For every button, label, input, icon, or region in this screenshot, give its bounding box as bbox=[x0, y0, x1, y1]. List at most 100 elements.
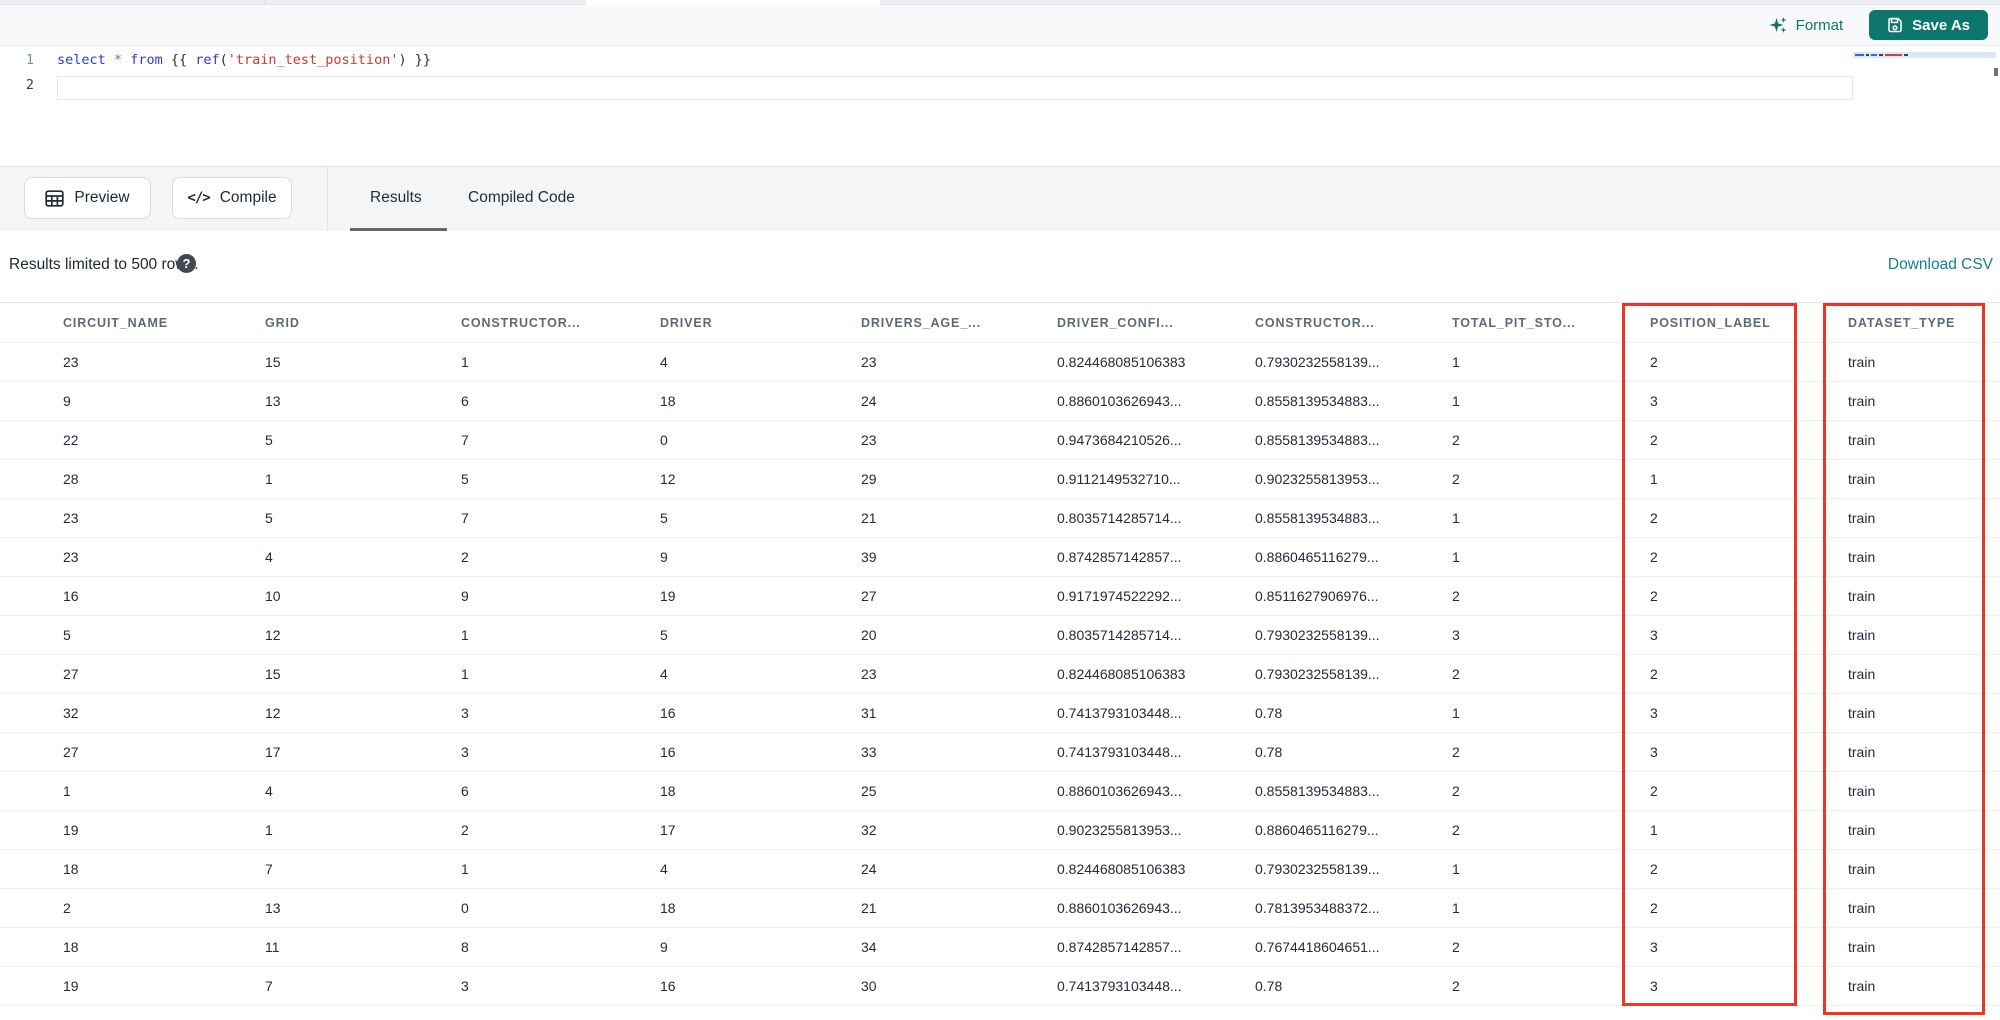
table-cell: 7 bbox=[265, 978, 273, 994]
table-cell: 1 bbox=[461, 666, 469, 682]
table-cell: 7 bbox=[265, 861, 273, 877]
table-cell: 5 bbox=[63, 627, 71, 643]
results-info-bar: Results limited to 500 rows. ? Download … bbox=[0, 231, 2000, 302]
table-cell: 23 bbox=[63, 549, 79, 565]
code-token-keyword: from bbox=[130, 52, 163, 68]
table-cell: 7 bbox=[461, 432, 469, 448]
table-cell: 1 bbox=[1452, 705, 1460, 721]
table-cell: 23 bbox=[63, 510, 79, 526]
line-number-1: 1 bbox=[25, 52, 34, 68]
tab-results[interactable]: Results bbox=[370, 167, 422, 229]
code-line-1[interactable]: select * from {{ ref('train_test_positio… bbox=[57, 52, 431, 68]
save-as-button[interactable]: Save As bbox=[1869, 10, 1988, 40]
format-button[interactable]: Format bbox=[1769, 16, 1843, 35]
table-cell: 1 bbox=[461, 627, 469, 643]
results-table: CIRCUIT_NAME GRID CONSTRUCTOR... DRIVER DRIV… bbox=[0, 302, 2000, 1006]
table-cell: 0.9023255813953... bbox=[1057, 822, 1182, 838]
table-cell: train bbox=[1848, 666, 1876, 682]
table-cell: 5 bbox=[660, 627, 668, 643]
table-cell: 1 bbox=[461, 861, 469, 877]
table-cell: 16 bbox=[660, 705, 676, 721]
help-icon[interactable]: ? bbox=[177, 254, 196, 273]
table-cell: 32 bbox=[861, 822, 877, 838]
code-token-plain: ( bbox=[219, 52, 228, 68]
toolbar-divider bbox=[327, 167, 328, 232]
table-cell: 2 bbox=[1452, 744, 1460, 760]
table-cell: 1 bbox=[1650, 471, 1658, 487]
table-cell: 4 bbox=[265, 549, 273, 565]
editor-minimap[interactable] bbox=[1853, 48, 1998, 160]
table-cell: 15 bbox=[265, 354, 281, 370]
table-cell: 21 bbox=[861, 510, 877, 526]
download-csv-link[interactable]: Download CSV bbox=[1888, 256, 1993, 274]
table-cell: 21 bbox=[861, 900, 877, 916]
row-limit-note: Results limited to 500 rows. bbox=[9, 256, 199, 273]
table-cell: 0.824468085106383 bbox=[1057, 666, 1186, 682]
table-row: 27 15 1 4 23 0.824468085106383 0.7930232558139… bbox=[0, 655, 2000, 694]
table-cell: 1 bbox=[63, 783, 71, 799]
table-body: 23 15 1 4 23 0.824468085106383 0.7930232558139… bbox=[0, 343, 2000, 1006]
table-cell: train bbox=[1848, 393, 1876, 409]
column-header: DATASET_TYPE bbox=[1848, 315, 1956, 330]
table-cell: 16 bbox=[63, 588, 79, 604]
table-cell: 0.8860103626943... bbox=[1057, 393, 1182, 409]
column-header: CONSTRUCTOR... bbox=[461, 315, 581, 330]
tab-compiled-code[interactable]: Compiled Code bbox=[468, 167, 575, 229]
table-cell: 15 bbox=[265, 666, 281, 682]
table-cell: 19 bbox=[63, 978, 79, 994]
table-cell: 2 bbox=[1452, 666, 1460, 682]
table-cell: 3 bbox=[461, 978, 469, 994]
table-cell: train bbox=[1848, 354, 1876, 370]
table-cell: 18 bbox=[63, 939, 79, 955]
table-cell: 20 bbox=[861, 627, 877, 643]
table-header-row: CIRCUIT_NAME GRID CONSTRUCTOR... DRIVER DRIV… bbox=[0, 302, 2000, 343]
table-cell: 10 bbox=[265, 588, 281, 604]
table-cell: train bbox=[1848, 627, 1876, 643]
table-cell: 0.8035714285714... bbox=[1057, 627, 1182, 643]
table-cell: 2 bbox=[1650, 783, 1658, 799]
current-line-highlight[interactable] bbox=[57, 76, 1853, 100]
table-cell: 17 bbox=[265, 744, 281, 760]
table-cell: 5 bbox=[265, 432, 273, 448]
table-cell: 9 bbox=[660, 549, 668, 565]
table-cell: 12 bbox=[265, 627, 281, 643]
code-token-plain: {{ bbox=[162, 52, 196, 68]
compile-button[interactable]: </> Compile bbox=[172, 177, 292, 219]
table-cell: 0.78 bbox=[1255, 705, 1283, 721]
table-cell: 4 bbox=[660, 666, 668, 682]
table-cell: train bbox=[1848, 588, 1876, 604]
table-cell: 0.8860103626943... bbox=[1057, 783, 1182, 799]
compile-label: Compile bbox=[219, 189, 277, 206]
table-cell: 2 bbox=[461, 549, 469, 565]
table-cell: 13 bbox=[265, 393, 281, 409]
table-cell: 30 bbox=[861, 978, 877, 994]
column-header: GRID bbox=[265, 315, 300, 330]
table-cell: 0.7413793103448... bbox=[1057, 978, 1182, 994]
table-cell: 32 bbox=[63, 705, 79, 721]
table-cell: 1 bbox=[265, 822, 273, 838]
preview-button[interactable]: Preview bbox=[24, 177, 151, 219]
table-row: 5 12 1 5 20 0.8035714285714... 0.7930232558139… bbox=[0, 616, 2000, 655]
sparkles-icon bbox=[1769, 16, 1788, 35]
table-cell: 4 bbox=[265, 783, 273, 799]
table-cell: 19 bbox=[63, 822, 79, 838]
table-cell: 0.8035714285714... bbox=[1057, 510, 1182, 526]
table-cell: 24 bbox=[861, 393, 877, 409]
column-header: CIRCUIT_NAME bbox=[63, 315, 168, 330]
table-cell: 33 bbox=[861, 744, 877, 760]
table-cell: 5 bbox=[660, 510, 668, 526]
table-cell: train bbox=[1848, 432, 1876, 448]
table-cell: 0.8742857142857... bbox=[1057, 939, 1182, 955]
table-cell: 0.9473684210526... bbox=[1057, 432, 1182, 448]
table-cell: 1 bbox=[1452, 510, 1460, 526]
table-cell: 27 bbox=[63, 666, 79, 682]
dbt-ide-screen: Format Save As 1 2 select * from {{ ref(… bbox=[0, 0, 2000, 1020]
sql-code-editor[interactable]: 1 2 select * from {{ ref('train_test_pos… bbox=[0, 46, 2000, 166]
table-cell: 3 bbox=[461, 744, 469, 760]
table-row: 22 5 7 0 23 0.9473684210526... 0.8558139534883… bbox=[0, 421, 2000, 460]
table-cell: 0.7813953488372... bbox=[1255, 900, 1380, 916]
minimap-scroll-marker[interactable] bbox=[1994, 68, 1998, 76]
table-cell: 17 bbox=[660, 822, 676, 838]
table-cell: 0.8860465116279... bbox=[1255, 549, 1379, 565]
